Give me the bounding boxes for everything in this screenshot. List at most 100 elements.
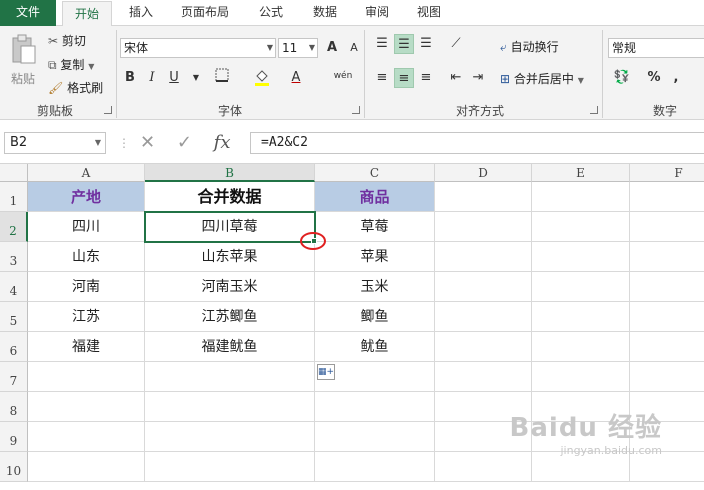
row-header-1[interactable]: 1 — [0, 182, 28, 212]
cell-b7[interactable] — [145, 362, 315, 392]
row-header-10[interactable]: 10 — [0, 452, 28, 482]
grow-font-button[interactable]: A — [322, 38, 342, 58]
name-box[interactable]: B2 ▼ — [4, 132, 106, 154]
cell-c6[interactable]: 鱿鱼 — [315, 332, 435, 362]
cell-c1[interactable]: 商品 — [315, 182, 435, 212]
row-header-4[interactable]: 4 — [0, 272, 28, 302]
cell-a10[interactable] — [28, 452, 145, 482]
percent-button[interactable]: % — [644, 68, 664, 88]
italic-button[interactable]: I — [142, 68, 162, 88]
row-header-8[interactable]: 8 — [0, 392, 28, 422]
cell-b9[interactable] — [145, 422, 315, 452]
column-header-e[interactable]: E — [532, 164, 630, 182]
orientation-icon[interactable]: ⟋ — [446, 34, 466, 54]
cell-e4[interactable] — [532, 272, 630, 302]
cell-f4[interactable] — [630, 272, 704, 302]
cell-b8[interactable] — [145, 392, 315, 422]
column-header-d[interactable]: D — [435, 164, 532, 182]
cell-d3[interactable] — [435, 242, 532, 272]
cell-a2[interactable]: 四川 — [28, 212, 145, 242]
tab-file[interactable]: 文件 — [0, 0, 56, 26]
row-header-3[interactable]: 3 — [0, 242, 28, 272]
chevron-down-icon[interactable]: ▼ — [186, 68, 206, 88]
enter-icon[interactable]: ✓ — [177, 132, 192, 153]
cell-f3[interactable] — [630, 242, 704, 272]
cell-b3[interactable]: 山东苹果 — [145, 242, 315, 272]
phonetic-button[interactable]: wén — [330, 66, 356, 86]
cell-a3[interactable]: 山东 — [28, 242, 145, 272]
font-color-button[interactable]: A — [286, 68, 306, 88]
align-left-icon[interactable]: ≡ — [372, 68, 392, 88]
cell-c10[interactable] — [315, 452, 435, 482]
cell-d1[interactable] — [435, 182, 532, 212]
cell-f2[interactable] — [630, 212, 704, 242]
align-middle-icon[interactable]: ☰ — [394, 34, 414, 54]
formula-input[interactable]: =A2&C2 — [250, 132, 704, 154]
currency-icon[interactable]: 💱 — [612, 68, 632, 88]
comma-button[interactable]: , — [666, 68, 686, 88]
cell-e3[interactable] — [532, 242, 630, 272]
cell-d4[interactable] — [435, 272, 532, 302]
align-right-icon[interactable]: ≡ — [416, 68, 436, 88]
cell-e2[interactable] — [532, 212, 630, 242]
cell-a7[interactable] — [28, 362, 145, 392]
fill-color-icon[interactable] — [252, 68, 272, 88]
align-center-icon[interactable]: ≡ — [394, 68, 414, 88]
wrap-text-button[interactable]: ⤶ 自动换行 — [500, 38, 559, 55]
column-header-a[interactable]: A — [28, 164, 145, 182]
align-top-icon[interactable]: ☰ — [372, 34, 392, 54]
tab-page-layout[interactable]: 页面布局 — [172, 0, 238, 26]
number-format-select[interactable]: 常规 — [608, 38, 704, 58]
cell-c2[interactable]: 草莓 — [315, 212, 435, 242]
cell-b5[interactable]: 江苏鲫鱼 — [145, 302, 315, 332]
copy-button[interactable]: ⧉ 复制 ▼ — [48, 56, 94, 73]
merge-center-button[interactable]: ⊞ 合并后居中 ▼ — [500, 70, 584, 87]
tab-formulas[interactable]: 公式 — [248, 0, 294, 26]
cell-b4[interactable]: 河南玉米 — [145, 272, 315, 302]
insert-function-icon[interactable]: fx — [214, 132, 231, 153]
worksheet-grid[interactable]: A B C D E F 1 2 3 4 5 6 7 8 9 10 产地 合并数据商… — [0, 164, 704, 482]
decrease-indent-icon[interactable]: ⇤ — [446, 68, 466, 88]
clipboard-launcher-icon[interactable] — [104, 106, 112, 114]
tab-insert[interactable]: 插入 — [118, 0, 164, 26]
row-header-9[interactable]: 9 — [0, 422, 28, 452]
cell-f7[interactable] — [630, 362, 704, 392]
cell-f5[interactable] — [630, 302, 704, 332]
cell-c3[interactable]: 苹果 — [315, 242, 435, 272]
column-header-f[interactable]: F — [630, 164, 704, 182]
font-name-select[interactable]: 宋体 ▼ — [120, 38, 276, 58]
cell-e1[interactable] — [532, 182, 630, 212]
row-header-2[interactable]: 2 — [0, 212, 28, 242]
cell-e7[interactable] — [532, 362, 630, 392]
paste-options-icon[interactable]: ▦+ — [317, 364, 335, 380]
alignment-launcher-icon[interactable] — [590, 106, 598, 114]
row-header-7[interactable]: 7 — [0, 362, 28, 392]
format-painter-button[interactable]: 🖌 格式刷 — [48, 79, 103, 96]
font-launcher-icon[interactable] — [352, 106, 360, 114]
cell-a8[interactable] — [28, 392, 145, 422]
cut-button[interactable]: ✂ 剪切 — [48, 32, 86, 49]
cell-b1[interactable]: 合并数据 — [145, 182, 315, 212]
column-header-b[interactable]: B — [145, 164, 315, 182]
increase-indent-icon[interactable]: ⇥ — [468, 68, 488, 88]
cell-a5[interactable]: 江苏 — [28, 302, 145, 332]
cell-d2[interactable] — [435, 212, 532, 242]
cell-d5[interactable] — [435, 302, 532, 332]
cell-f6[interactable] — [630, 332, 704, 362]
font-size-select[interactable]: 11 ▼ — [278, 38, 318, 58]
cell-f1[interactable] — [630, 182, 704, 212]
cell-d6[interactable] — [435, 332, 532, 362]
select-all-corner[interactable] — [0, 164, 28, 182]
cell-a1[interactable]: 产地 — [28, 182, 145, 212]
tab-data[interactable]: 数据 — [302, 0, 348, 26]
cell-a9[interactable] — [28, 422, 145, 452]
bold-button[interactable]: B — [120, 68, 140, 88]
cell-d7[interactable] — [435, 362, 532, 392]
paste-button[interactable]: 粘贴 — [8, 32, 40, 90]
cell-b6[interactable]: 福建鱿鱼 — [145, 332, 315, 362]
cell-a6[interactable]: 福建 — [28, 332, 145, 362]
cancel-icon[interactable]: ✕ — [140, 132, 155, 153]
row-header-5[interactable]: 5 — [0, 302, 28, 332]
cell-e5[interactable] — [532, 302, 630, 332]
cell-e6[interactable] — [532, 332, 630, 362]
